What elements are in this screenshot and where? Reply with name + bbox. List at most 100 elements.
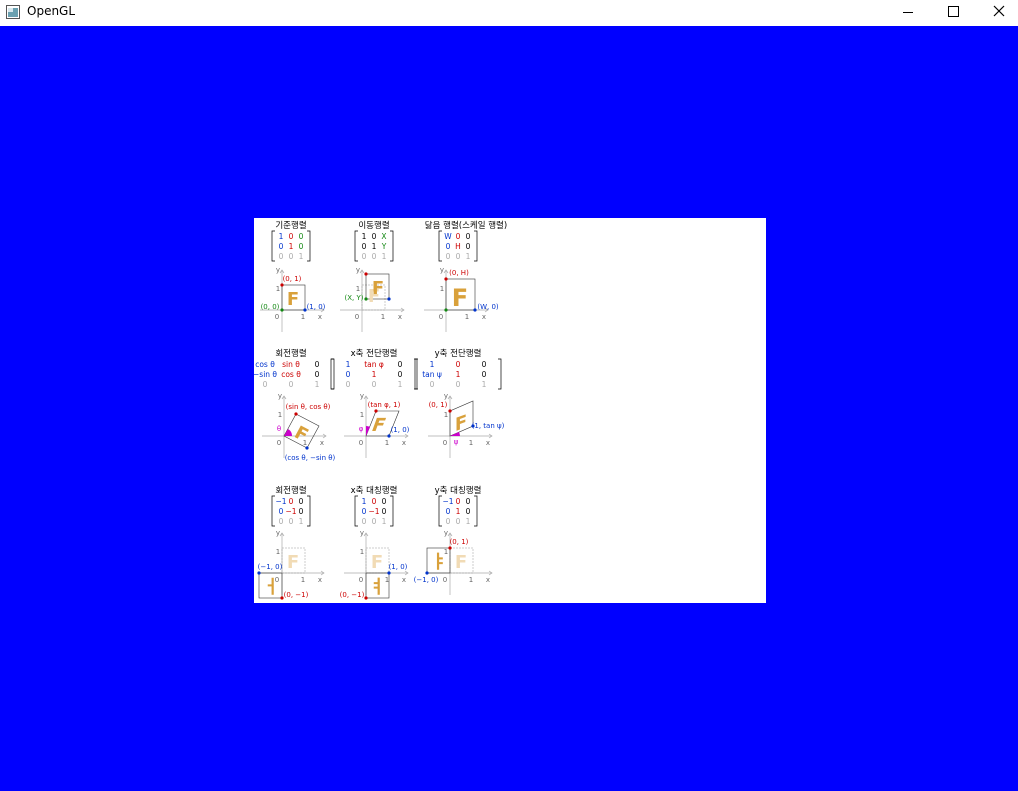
matrix-cell: 0 xyxy=(299,497,304,506)
matrix-cell: 0 xyxy=(372,232,377,241)
label-right: (1, tan ψ) xyxy=(472,422,505,430)
y-axis-label: y xyxy=(444,529,448,537)
matrix-cell: 0 xyxy=(482,370,487,379)
tick-label-x1: 1 xyxy=(465,313,469,321)
y-axis-label: y xyxy=(360,529,364,537)
close-button[interactable] xyxy=(976,0,1018,26)
matrix-cell: 1 xyxy=(466,252,471,261)
tick-label-0: 0 xyxy=(275,313,279,321)
label-right: (1, 0) xyxy=(391,426,410,434)
matrix-cell: 0 xyxy=(466,507,471,516)
matrix-cell: 0 xyxy=(362,242,367,251)
matrix-bracket xyxy=(330,358,334,390)
label-top: (0, 1) xyxy=(429,401,448,409)
matrix-cell: 0 xyxy=(315,370,320,379)
matrix-cell: 0 xyxy=(362,517,367,526)
matrix-cell: Y xyxy=(381,242,387,251)
tick-label-x1: 1 xyxy=(301,313,305,321)
tick-label-x1: 1 xyxy=(301,576,305,584)
matrix-cell: 1 xyxy=(362,232,367,241)
matrix-bracket xyxy=(390,230,394,262)
matrix-cell: −1 xyxy=(442,497,453,506)
window-titlebar[interactable]: OpenGL xyxy=(0,0,1018,26)
matrix-cell: H xyxy=(455,242,461,251)
label-top: (sin θ, cos θ) xyxy=(286,403,331,411)
x-axis-label: x xyxy=(486,439,490,447)
tick-label-y1: 1 xyxy=(276,285,280,293)
transform-matrix-figure: 기준행렬1 0 00 1 00 0 1이동행렬1 0 X0 1 Y0 0 1닮음 행렬(스케일 행렬)W… xyxy=(247,220,507,600)
minimize-button[interactable] xyxy=(885,0,931,26)
label-left: (−1, 0) xyxy=(414,576,439,584)
matrix-cell: 0 xyxy=(289,380,294,389)
matrix-cell: 0 xyxy=(456,497,461,506)
tick-label-x1: 1 xyxy=(381,313,385,321)
f-glyph-faded: F xyxy=(371,552,383,573)
matrix-cell: 0 xyxy=(299,507,304,516)
matrix-cell: 1 xyxy=(315,380,320,389)
tick-label-x1: 1 xyxy=(385,576,389,584)
matrix-bracket xyxy=(354,230,358,262)
label-top: (0, 1) xyxy=(450,538,469,546)
x-axis-label: x xyxy=(318,313,322,321)
texture-quad: 기준행렬 1 0 0 0 1 0 0 0 1 이동행렬 1 0 X 0 1 Y 0 0 1 닮음 행렬(스케일 행렬) W… xyxy=(247,218,766,603)
tick-label-0: 0 xyxy=(439,313,443,321)
matrix-title: y축 전단행렬 xyxy=(435,348,482,359)
matrix-cell: X xyxy=(381,232,386,241)
matrix-bracket xyxy=(271,230,275,262)
tick-label-x1: 1 xyxy=(469,576,473,584)
y-axis-label: y xyxy=(276,266,280,274)
y-axis-label: y xyxy=(444,392,448,400)
matrix-cell: −sin θ xyxy=(254,370,277,379)
matrix-cell: 1 xyxy=(430,360,435,369)
matrix-cell: 1 xyxy=(362,497,367,506)
y-axis-label: y xyxy=(440,266,444,274)
point-top xyxy=(280,283,284,287)
tick-label-y1: 1 xyxy=(276,548,280,556)
matrix-cell: 0 xyxy=(372,252,377,261)
point-bottom xyxy=(364,596,368,600)
f-glyph: F xyxy=(369,416,389,436)
maximize-button[interactable] xyxy=(930,0,976,26)
point-left xyxy=(257,571,261,575)
label-top: (tan φ, 1) xyxy=(368,401,401,409)
x-axis-label: x xyxy=(402,576,406,584)
matrix-cell: 0 xyxy=(446,507,451,516)
matrix-title: 회전행렬 xyxy=(275,485,306,496)
label-angle: ψ xyxy=(454,438,459,446)
point-right xyxy=(387,434,391,438)
tick-label-y1: 1 xyxy=(360,548,364,556)
matrix-cell: 1 xyxy=(372,370,377,379)
matrix-title: x축 대칭행렬 xyxy=(351,485,398,496)
matrix-cell: 1 xyxy=(382,517,387,526)
matrix-cell: 1 xyxy=(456,507,461,516)
matrix-cell: 0 xyxy=(289,517,294,526)
matrix-bracket xyxy=(354,495,358,527)
matrix-cell: 0 xyxy=(466,497,471,506)
matrix-cell: 1 xyxy=(299,252,304,261)
matrix-title: 기준행렬 xyxy=(275,220,306,231)
tick-label-y1: 1 xyxy=(440,285,444,293)
x-axis-label: x xyxy=(320,439,324,447)
matrix-cell: 0 xyxy=(398,360,403,369)
label-angle: θ xyxy=(277,425,281,433)
matrix-bracket xyxy=(307,495,311,527)
matrix-cell: 1 xyxy=(346,360,351,369)
x-axis-label: x xyxy=(402,439,406,447)
matrix-cell: 0 xyxy=(279,517,284,526)
y-axis-label: y xyxy=(360,392,364,400)
f-glyph: F xyxy=(452,284,468,312)
tick-label-0: 0 xyxy=(359,439,363,447)
label-bottom: (0, −1) xyxy=(284,591,309,599)
matrix-cell: 0 xyxy=(279,242,284,251)
matrix-cell: −1 xyxy=(275,497,286,506)
matrix-cell: 1 xyxy=(456,370,461,379)
f-glyph: F xyxy=(372,278,384,299)
opengl-window-icon xyxy=(6,5,20,19)
matrix-cell: −1 xyxy=(368,507,379,516)
label-bottom: (0, −1) xyxy=(340,591,365,599)
matrix-cell: 0 xyxy=(446,252,451,261)
matrix-cell: 0 xyxy=(430,380,435,389)
point-left xyxy=(425,571,429,575)
matrix-title: y축 대칭행렬 xyxy=(435,485,482,496)
matrix-bracket xyxy=(390,495,394,527)
